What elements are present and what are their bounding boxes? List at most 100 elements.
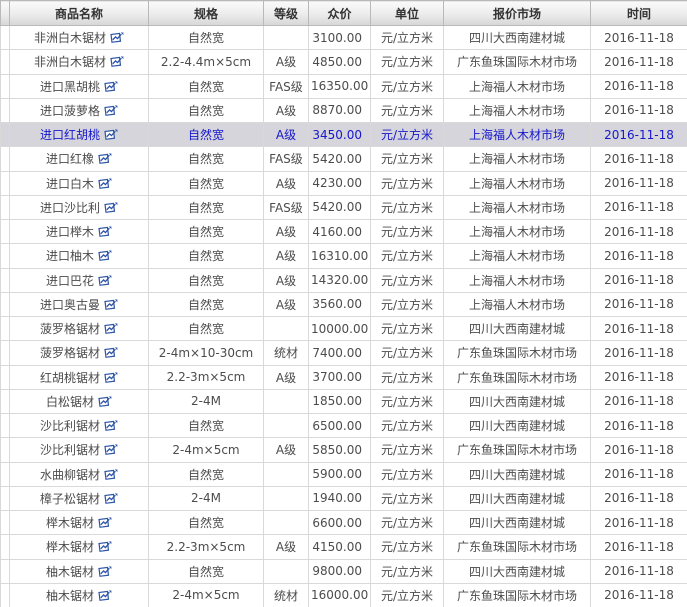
column-header-price: 众价	[309, 1, 371, 26]
trend-chart-icon[interactable]	[103, 492, 118, 505]
cell-unit: 元/立方米	[371, 171, 444, 195]
cell-spec: 自然宽	[149, 98, 264, 122]
cell-price: 16310.00	[309, 244, 371, 268]
cell-market: 广东鱼珠国际木材市场	[444, 438, 591, 462]
cell-grade	[264, 414, 309, 438]
table-row[interactable]: 沙比利锯材自然宽6500.00元/立方米四川大西南建材城2016-11-18	[1, 414, 687, 438]
table-row[interactable]: 樟子松锯材2-4M1940.00元/立方米四川大西南建材城2016-11-18	[1, 486, 687, 510]
trend-chart-icon[interactable]	[97, 152, 112, 165]
cell-spec: 自然宽	[149, 123, 264, 147]
cell-product-name: 进口奥古曼	[10, 292, 149, 316]
product-name-wrap: 沙比利锯材	[40, 417, 118, 434]
cell-left-edge	[1, 244, 10, 268]
cell-unit: 元/立方米	[371, 486, 444, 510]
price-table: 商品名称规格等级众价单位报价市场时间 非洲白木锯材自然宽3100.00元/立方米…	[0, 0, 687, 607]
table-row[interactable]: 非洲白木锯材2.2-4.4m×5cmA级4850.00元/立方米广东鱼珠国际木材…	[1, 50, 687, 74]
cell-grade	[264, 486, 309, 510]
product-name: 进口巴花	[46, 272, 94, 289]
table-row[interactable]: 榉木锯材2.2-3m×5cmA级4150.00元/立方米广东鱼珠国际木材市场20…	[1, 535, 687, 559]
trend-chart-icon[interactable]	[97, 540, 112, 553]
cell-unit: 元/立方米	[371, 123, 444, 147]
table-row[interactable]: 进口沙比利自然宽FAS级5420.00元/立方米上海福人木材市场2016-11-…	[1, 195, 687, 219]
product-name: 水曲柳锯材	[40, 466, 100, 483]
table-row[interactable]: 柚木锯材自然宽9800.00元/立方米四川大西南建材城2016-11-18	[1, 559, 687, 583]
table-row[interactable]: 白松锯材2-4M1850.00元/立方米四川大西南建材城2016-11-18	[1, 389, 687, 413]
trend-chart-icon[interactable]	[103, 419, 118, 432]
table-row[interactable]: 菠罗格锯材2-4m×10-30cm统材7400.00元/立方米广东鱼珠国际木材市…	[1, 341, 687, 365]
cell-unit: 元/立方米	[371, 98, 444, 122]
cell-market: 四川大西南建材城	[444, 26, 591, 50]
cell-left-edge	[1, 559, 10, 583]
table-row[interactable]: 进口榉木自然宽A级4160.00元/立方米上海福人木材市场2016-11-18	[1, 220, 687, 244]
cell-grade: A级	[264, 123, 309, 147]
cell-date: 2016-11-18	[591, 147, 687, 171]
cell-date: 2016-11-18	[591, 414, 687, 438]
table-row[interactable]: 进口白木自然宽A级4230.00元/立方米上海福人木材市场2016-11-18	[1, 171, 687, 195]
cell-date: 2016-11-18	[591, 292, 687, 316]
trend-chart-icon[interactable]	[97, 395, 112, 408]
trend-chart-icon[interactable]	[97, 249, 112, 262]
trend-chart-icon[interactable]	[103, 468, 118, 481]
trend-chart-icon[interactable]	[103, 201, 118, 214]
cell-spec: 2.2-3m×5cm	[149, 365, 264, 389]
trend-chart-icon[interactable]	[103, 443, 118, 456]
cell-spec: 自然宽	[149, 462, 264, 486]
cell-price: 14320.00	[309, 268, 371, 292]
cell-unit: 元/立方米	[371, 268, 444, 292]
trend-chart-icon[interactable]	[103, 104, 118, 117]
table-row[interactable]: 进口巴花自然宽A级14320.00元/立方米上海福人木材市场2016-11-18	[1, 268, 687, 292]
cell-market: 四川大西南建材城	[444, 486, 591, 510]
cell-unit: 元/立方米	[371, 414, 444, 438]
trend-chart-icon[interactable]	[103, 322, 118, 335]
trend-chart-icon[interactable]	[103, 80, 118, 93]
table-row[interactable]: 沙比利锯材2-4m×5cmA级5850.00元/立方米广东鱼珠国际木材市场201…	[1, 438, 687, 462]
cell-product-name: 柚木锯材	[10, 559, 149, 583]
cell-price: 1850.00	[309, 389, 371, 413]
cell-spec: 自然宽	[149, 147, 264, 171]
cell-grade: A级	[264, 292, 309, 316]
cell-market: 广东鱼珠国际木材市场	[444, 50, 591, 74]
table-row[interactable]: 进口红橡自然宽FAS级5420.00元/立方米上海福人木材市场2016-11-1…	[1, 147, 687, 171]
table-row[interactable]: 柚木锯材2-4m×5cm统材16000.00元/立方米广东鱼珠国际木材市场201…	[1, 583, 687, 607]
table-row[interactable]: 菠罗格锯材自然宽10000.00元/立方米四川大西南建材城2016-11-18	[1, 317, 687, 341]
table-row[interactable]: 进口柚木自然宽A级16310.00元/立方米上海福人木材市场2016-11-18	[1, 244, 687, 268]
table-row[interactable]: 进口奥古曼自然宽A级3560.00元/立方米上海福人木材市场2016-11-18	[1, 292, 687, 316]
cell-grade: A级	[264, 50, 309, 74]
cell-product-name: 进口沙比利	[10, 195, 149, 219]
cell-left-edge	[1, 511, 10, 535]
table-row[interactable]: 非洲白木锯材自然宽3100.00元/立方米四川大西南建材城2016-11-18	[1, 26, 687, 50]
trend-chart-icon[interactable]	[109, 55, 124, 68]
trend-chart-icon[interactable]	[97, 565, 112, 578]
cell-product-name: 进口菠萝格	[10, 98, 149, 122]
cell-left-edge	[1, 462, 10, 486]
trend-chart-icon[interactable]	[97, 225, 112, 238]
trend-chart-icon[interactable]	[97, 274, 112, 287]
table-row[interactable]: 进口黑胡桃自然宽FAS级16350.00元/立方米上海福人木材市场2016-11…	[1, 74, 687, 98]
product-name: 白松锯材	[46, 393, 94, 410]
table-row[interactable]: 榉木锯材自然宽6600.00元/立方米四川大西南建材城2016-11-18	[1, 511, 687, 535]
table-row[interactable]: 红胡桃锯材2.2-3m×5cmA级3700.00元/立方米广东鱼珠国际木材市场2…	[1, 365, 687, 389]
cell-spec: 2-4m×5cm	[149, 583, 264, 607]
table-row[interactable]: 水曲柳锯材自然宽5900.00元/立方米四川大西南建材城2016-11-18	[1, 462, 687, 486]
trend-chart-icon[interactable]	[97, 589, 112, 602]
cell-price: 5900.00	[309, 462, 371, 486]
trend-chart-icon[interactable]	[103, 346, 118, 359]
cell-spec: 自然宽	[149, 268, 264, 292]
cell-date: 2016-11-18	[591, 171, 687, 195]
trend-chart-icon[interactable]	[103, 371, 118, 384]
trend-chart-icon[interactable]	[109, 31, 124, 44]
product-name: 沙比利锯材	[40, 441, 100, 458]
cell-product-name: 白松锯材	[10, 389, 149, 413]
trend-chart-icon[interactable]	[103, 128, 118, 141]
cell-unit: 元/立方米	[371, 365, 444, 389]
table-row[interactable]: 进口菠萝格自然宽A级8870.00元/立方米上海福人木材市场2016-11-18	[1, 98, 687, 122]
cell-spec: 2-4M	[149, 389, 264, 413]
cell-left-edge	[1, 195, 10, 219]
cell-product-name: 进口白木	[10, 171, 149, 195]
trend-chart-icon[interactable]	[97, 177, 112, 190]
cell-product-name: 菠罗格锯材	[10, 341, 149, 365]
table-row[interactable]: 进口红胡桃自然宽A级3450.00元/立方米上海福人木材市场2016-11-18	[1, 123, 687, 147]
trend-chart-icon[interactable]	[103, 298, 118, 311]
cell-spec: 自然宽	[149, 414, 264, 438]
trend-chart-icon[interactable]	[97, 516, 112, 529]
